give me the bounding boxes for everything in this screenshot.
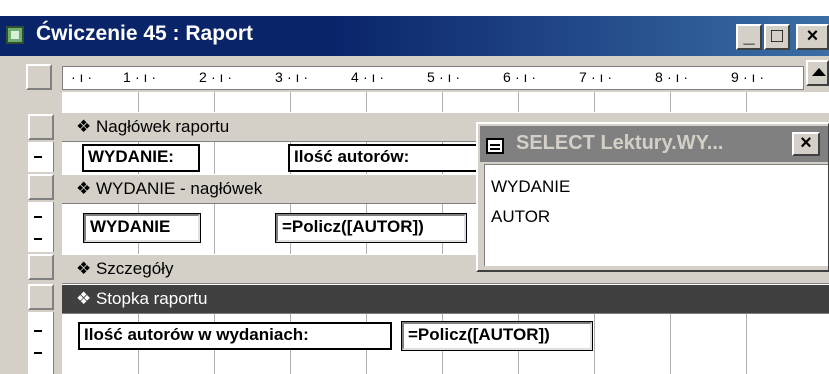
vertical-ruler xyxy=(28,142,54,172)
ruler-dots: · ı · xyxy=(363,69,384,85)
footer-label[interactable]: Ilość autorów w wydaniach: xyxy=(78,322,392,350)
field-list-close-button[interactable]: × xyxy=(792,132,820,156)
ruler-mark: 4 xyxy=(351,69,359,85)
footer-count-field[interactable]: =Policz([AUTOR]) xyxy=(401,321,593,351)
section-marker-icon: ❖ xyxy=(76,179,96,198)
section-marker-icon: ❖ xyxy=(76,259,96,278)
report-icon xyxy=(6,26,24,44)
section-selector-detail[interactable] xyxy=(28,254,54,280)
ruler-mark: 2 xyxy=(199,69,207,85)
section-selector-report-header[interactable] xyxy=(28,114,54,140)
header-label-count[interactable]: Ilość autorów: xyxy=(288,144,478,172)
section-title: Stopka raportu xyxy=(95,289,208,308)
window-title: Ćwiczenie 45 : Raport xyxy=(36,22,254,45)
ruler-dots: · ı · xyxy=(287,69,308,85)
section-title: WYDANIE - nagłówek xyxy=(95,179,263,198)
section-title: Nagłówek raportu xyxy=(95,117,230,136)
ruler-dots: · ı · xyxy=(743,69,764,85)
group-count-field[interactable]: =Policz([AUTOR]) xyxy=(275,213,467,243)
ruler-dots: · ı · xyxy=(71,69,92,85)
ruler-dots: · ı · xyxy=(591,69,612,85)
close-button[interactable]: × xyxy=(796,24,829,50)
ruler-mark: 7 xyxy=(579,69,587,85)
section-marker-icon: ❖ xyxy=(76,289,96,308)
field-list-icon xyxy=(486,138,504,154)
ruler-mark: 8 xyxy=(655,69,663,85)
ruler-mark: 6 xyxy=(503,69,511,85)
section-bar-report-footer[interactable]: ❖ Stopka raportu xyxy=(62,284,829,314)
scroll-up-button[interactable] xyxy=(806,60,829,86)
group-field-wydanie[interactable]: WYDANIE xyxy=(83,213,201,243)
section-marker-icon: ❖ xyxy=(76,117,96,136)
horizontal-ruler: · ı · 1 · ı · 2 · ı · 3 · ı · 4 · ı · 5 … xyxy=(62,66,804,90)
ruler-dots: · ı · xyxy=(667,69,688,85)
vertical-ruler xyxy=(28,312,54,374)
ruler-mark: 9 xyxy=(731,69,739,85)
ruler-mark: 3 xyxy=(275,69,283,85)
field-list-item[interactable]: WYDANIE xyxy=(491,177,570,197)
ruler-dots: · ı · xyxy=(515,69,536,85)
maximize-button[interactable]: □ xyxy=(764,24,790,50)
vertical-ruler xyxy=(28,202,54,252)
header-label-wydanie[interactable]: WYDANIE: xyxy=(82,144,200,172)
section-selector-group-header[interactable] xyxy=(28,174,54,200)
field-list-item[interactable]: AUTOR xyxy=(491,207,550,227)
ruler-dots: · ı · xyxy=(439,69,460,85)
report-selector[interactable] xyxy=(26,64,52,90)
section-title: Szczegóły xyxy=(95,259,174,278)
ruler-mark: 5 xyxy=(427,69,435,85)
ruler-dots: · ı · xyxy=(135,69,156,85)
ruler-mark: 1 xyxy=(123,69,131,85)
ruler-dots: · ı · xyxy=(211,69,232,85)
minimize-button[interactable]: _ xyxy=(736,24,762,50)
field-list-title: SELECT Lektury.WY... xyxy=(516,132,724,154)
section-selector-report-footer[interactable] xyxy=(28,284,54,310)
field-list: WYDANIE AUTOR xyxy=(484,164,828,266)
